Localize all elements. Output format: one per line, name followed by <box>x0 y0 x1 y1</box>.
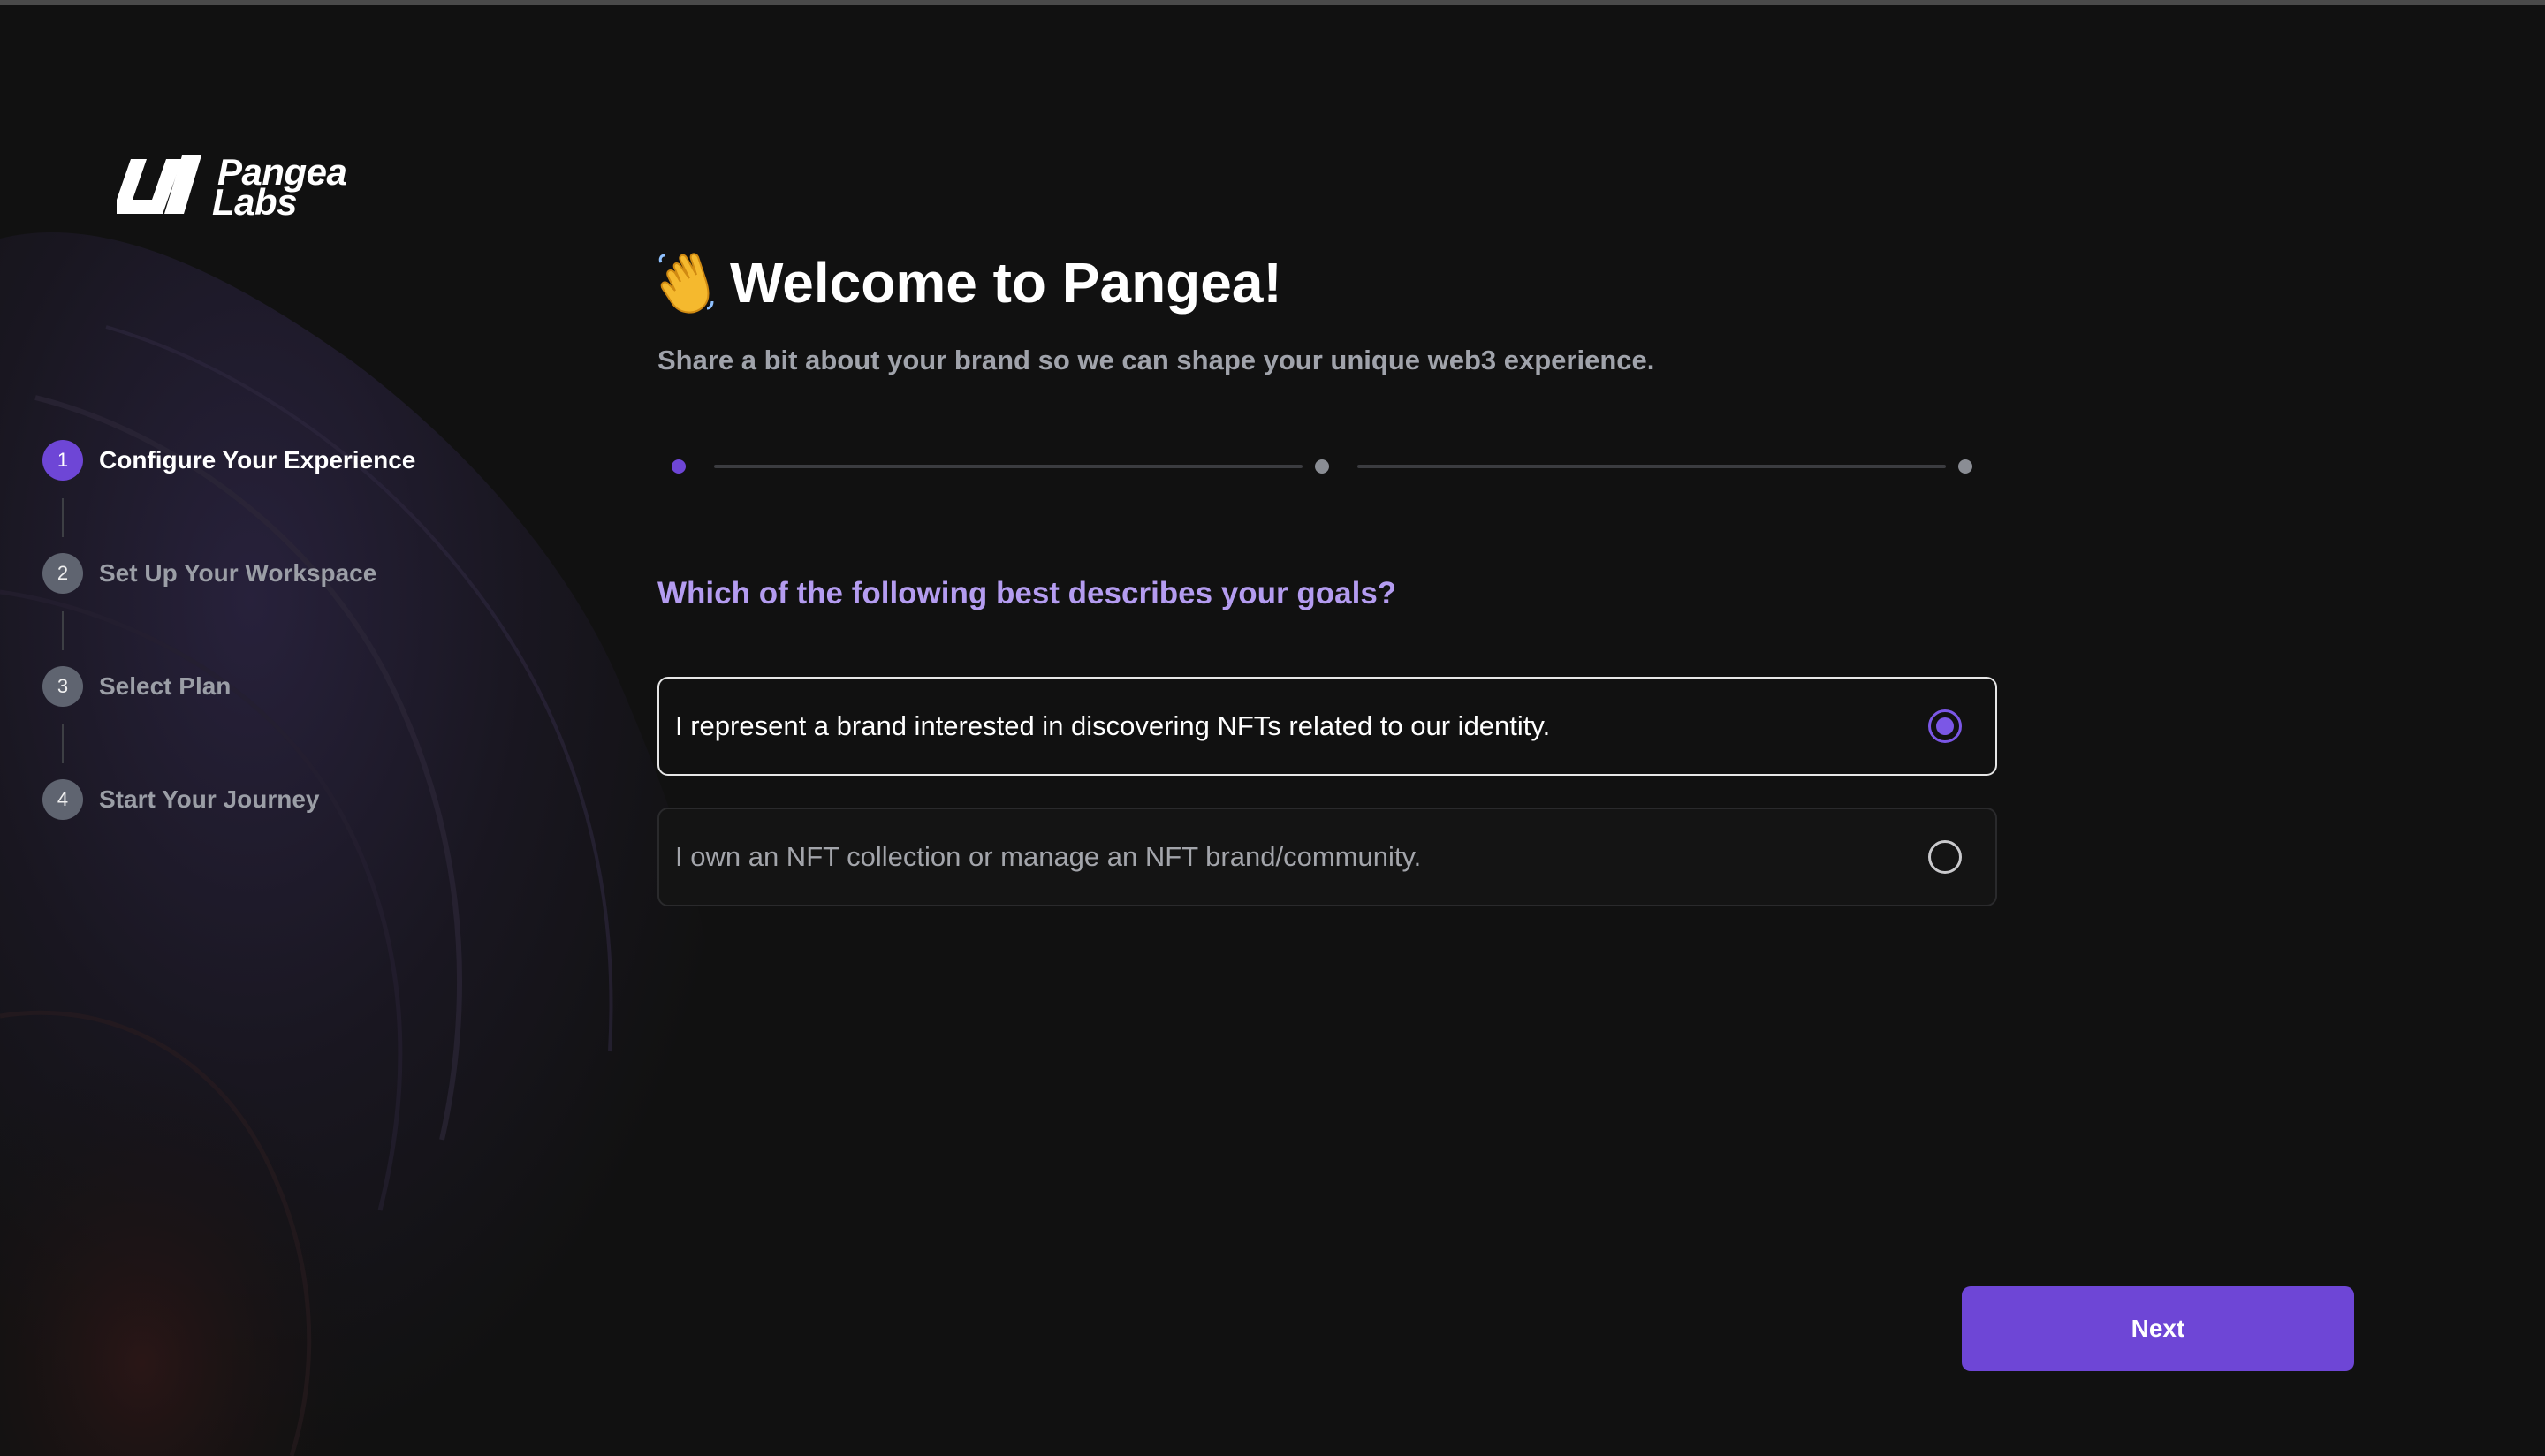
brand-name: Pangea Labs <box>212 154 347 221</box>
step-number-badge: 4 <box>42 779 83 820</box>
window-top-border <box>0 0 2545 5</box>
step-connector <box>62 498 64 537</box>
step-label: Select Plan <box>99 672 232 700</box>
radio-selected-icon[interactable] <box>1928 709 1962 743</box>
progress-dot-2 <box>1315 459 1329 474</box>
step-label: Configure Your Experience <box>99 446 416 474</box>
option-label: I own an NFT collection or manage an NFT… <box>675 841 1422 872</box>
goal-option-collection[interactable]: I own an NFT collection or manage an NFT… <box>657 808 1997 906</box>
progress-line-2 <box>1357 465 1946 468</box>
page-title: Welcome to Pangea! <box>730 251 1282 315</box>
goals-question: Which of the following best describes yo… <box>657 576 1397 610</box>
page-subtitle: Share a bit about your brand so we can s… <box>657 345 1655 375</box>
radio-unselected-icon[interactable] <box>1928 840 1962 874</box>
page-title-row: Welcome to Pangea! <box>657 239 2001 327</box>
step-number-badge: 3 <box>42 666 83 707</box>
step-select-plan[interactable]: 3 Select Plan <box>42 666 415 779</box>
progress-dot-3 <box>1958 459 1972 474</box>
waving-hand-icon <box>658 253 714 314</box>
pangea-logo-icon <box>117 155 201 214</box>
step-start-journey[interactable]: 4 Start Your Journey <box>42 779 415 892</box>
step-number-badge: 1 <box>42 440 83 481</box>
step-number-badge: 2 <box>42 553 83 594</box>
option-label: I represent a brand interested in discov… <box>675 710 1551 741</box>
step-label: Start Your Journey <box>99 785 320 813</box>
main-content: Welcome to Pangea! Share a bit about you… <box>657 239 2001 906</box>
progress-dot-1 <box>672 459 686 474</box>
step-connector <box>62 724 64 763</box>
goal-option-brand[interactable]: I represent a brand interested in discov… <box>657 677 1997 776</box>
brand-logo[interactable]: Pangea Labs <box>117 154 347 221</box>
step-connector <box>62 611 64 650</box>
next-button[interactable]: Next <box>1962 1286 2354 1371</box>
step-configure-experience[interactable]: 1 Configure Your Experience <box>42 440 415 553</box>
step-setup-workspace[interactable]: 2 Set Up Your Workspace <box>42 553 415 666</box>
step-label: Set Up Your Workspace <box>99 559 377 587</box>
onboarding-stepper: 1 Configure Your Experience 2 Set Up You… <box>42 440 415 892</box>
progress-line-1 <box>714 465 1303 468</box>
stage-progress <box>657 449 1974 484</box>
